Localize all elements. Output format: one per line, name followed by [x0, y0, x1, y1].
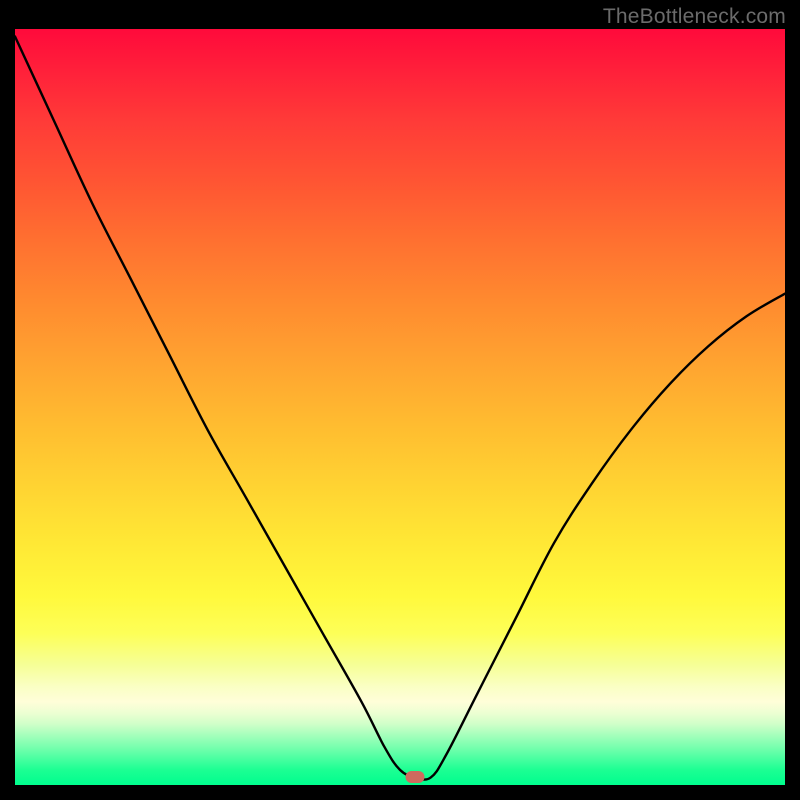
bottleneck-curve: [15, 29, 785, 785]
optimal-point-marker: [406, 771, 425, 783]
plot-area: [15, 29, 785, 785]
attribution-text: TheBottleneck.com: [603, 5, 786, 29]
